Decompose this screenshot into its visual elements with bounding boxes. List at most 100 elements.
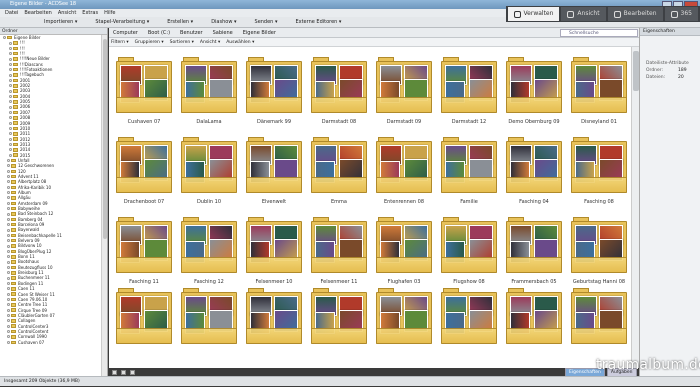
folder-tree-scrollbar[interactable] — [101, 35, 107, 376]
folder-thumbnail[interactable] — [311, 288, 367, 344]
sort-menu[interactable]: Sortieren ▾ — [170, 38, 194, 46]
folder-thumbnail[interactable] — [246, 288, 302, 344]
menu-extras[interactable]: Extras — [82, 9, 98, 17]
toolbar-editors[interactable]: Externe Editoren ▾ — [295, 17, 341, 27]
expand-icon[interactable] — [7, 271, 10, 275]
folder-thumbnail[interactable] — [571, 137, 627, 193]
menu-datei[interactable]: Datei — [5, 9, 18, 17]
expand-icon[interactable] — [9, 132, 12, 136]
filter-menu[interactable]: Filtern ▾ — [111, 38, 129, 46]
menu-bearbeiten[interactable]: Bearbeiten — [24, 9, 51, 17]
expand-icon[interactable] — [7, 298, 10, 302]
expand-icon[interactable] — [7, 228, 10, 232]
select-menu[interactable]: Auswählen ▾ — [226, 38, 254, 46]
expand-icon[interactable] — [9, 121, 12, 125]
expand-icon[interactable] — [9, 84, 12, 88]
path-user[interactable]: Sabiene — [213, 30, 233, 36]
expand-icon[interactable] — [9, 143, 12, 147]
expand-icon[interactable] — [7, 260, 10, 264]
expand-icon[interactable] — [7, 330, 10, 334]
folder-thumbnail[interactable] — [116, 288, 172, 344]
expand-icon[interactable] — [9, 105, 12, 109]
expand-icon[interactable] — [9, 100, 12, 104]
expand-icon[interactable] — [9, 137, 12, 141]
menu-hilfe[interactable]: Hilfe — [104, 9, 115, 17]
expand-icon[interactable] — [7, 169, 10, 173]
expand-icon[interactable] — [7, 319, 10, 323]
folder-thumbnail[interactable] — [571, 288, 627, 344]
folder-thumbnail[interactable] — [376, 137, 432, 193]
expand-icon[interactable] — [7, 239, 10, 243]
expand-icon[interactable] — [7, 255, 10, 259]
folder-thumbnail[interactable] — [246, 57, 302, 113]
folder-thumbnail[interactable] — [116, 217, 172, 273]
expand-icon[interactable] — [7, 207, 10, 211]
folder-thumbnail[interactable] — [311, 217, 367, 273]
folder-thumbnail[interactable] — [376, 57, 432, 113]
expand-icon[interactable] — [7, 287, 10, 291]
folder-thumbnail[interactable] — [506, 137, 562, 193]
folder-thumbnail[interactable] — [181, 137, 237, 193]
expand-icon[interactable] — [7, 233, 10, 237]
path-computer[interactable]: Computer — [113, 30, 138, 36]
expand-icon[interactable] — [9, 148, 12, 152]
mode-manage-tab[interactable]: Verwalten — [507, 7, 560, 21]
mode-view-tab[interactable]: Ansicht — [561, 7, 606, 21]
expand-icon[interactable] — [3, 36, 6, 40]
expand-icon[interactable] — [7, 308, 10, 312]
folder-thumbnail[interactable] — [116, 57, 172, 113]
grid-icon[interactable] — [121, 369, 126, 375]
grid-scrollbar[interactable] — [631, 47, 639, 368]
expand-icon[interactable] — [7, 196, 10, 200]
folder-thumbnail[interactable] — [506, 217, 562, 273]
group-menu[interactable]: Gruppieren ▾ — [135, 38, 164, 46]
expand-icon[interactable] — [7, 244, 10, 248]
expand-icon[interactable] — [7, 249, 10, 253]
expand-icon[interactable] — [9, 153, 12, 157]
folder-thumbnail[interactable] — [376, 288, 432, 344]
path-my-pictures[interactable]: Eigene Bilder — [243, 30, 276, 36]
expand-icon[interactable] — [7, 191, 10, 195]
folder-thumbnail[interactable] — [441, 217, 497, 273]
path-boot[interactable]: Boot (C:) — [148, 30, 170, 36]
folder-thumbnail[interactable] — [571, 217, 627, 273]
expand-icon[interactable] — [7, 164, 10, 168]
folder-thumbnail[interactable] — [441, 57, 497, 113]
expand-icon[interactable] — [7, 335, 10, 339]
tree-folder-item[interactable]: Cushaven 07 — [0, 340, 101, 345]
expand-icon[interactable] — [7, 185, 10, 189]
expand-icon[interactable] — [9, 73, 12, 77]
mode-365-tab[interactable]: 365 — [664, 7, 698, 21]
toolbar-create[interactable]: Erstellen ▾ — [167, 17, 193, 27]
folder-thumbnail[interactable] — [441, 288, 497, 344]
toolbar-import[interactable]: Importieren ▾ — [44, 17, 77, 27]
folder-thumbnail[interactable] — [376, 217, 432, 273]
folder-thumbnail[interactable] — [181, 57, 237, 113]
expand-icon[interactable] — [9, 68, 12, 72]
folder-thumbnail[interactable] — [246, 217, 302, 273]
expand-icon[interactable] — [7, 265, 10, 269]
expand-icon[interactable] — [9, 94, 12, 98]
expand-icon[interactable] — [7, 175, 10, 179]
expand-icon[interactable] — [7, 303, 10, 307]
expand-icon[interactable] — [7, 276, 10, 280]
zoom-icon[interactable] — [130, 369, 135, 375]
expand-icon[interactable] — [9, 62, 12, 66]
expand-icon[interactable] — [9, 127, 12, 131]
expand-icon[interactable] — [7, 314, 10, 318]
view-menu[interactable]: Ansicht ▾ — [200, 38, 220, 46]
menu-ansicht[interactable]: Ansicht — [58, 9, 76, 17]
expand-icon[interactable] — [9, 78, 12, 82]
toolbar-slideshow[interactable]: Diashow ▾ — [211, 17, 236, 27]
expand-icon[interactable] — [9, 89, 12, 93]
mode-edit-tab[interactable]: Bearbeiten — [607, 7, 663, 21]
toolbar-send[interactable]: Senden ▾ — [255, 17, 278, 27]
folder-thumbnail[interactable] — [311, 57, 367, 113]
expand-icon[interactable] — [9, 46, 12, 50]
toolbar-batch[interactable]: Stapel-Verarbeitung ▾ — [95, 17, 149, 27]
expand-icon[interactable] — [9, 41, 12, 45]
expand-icon[interactable] — [7, 159, 10, 163]
folder-thumbnail[interactable] — [181, 217, 237, 273]
expand-icon[interactable] — [9, 116, 12, 120]
expand-icon[interactable] — [7, 292, 10, 296]
